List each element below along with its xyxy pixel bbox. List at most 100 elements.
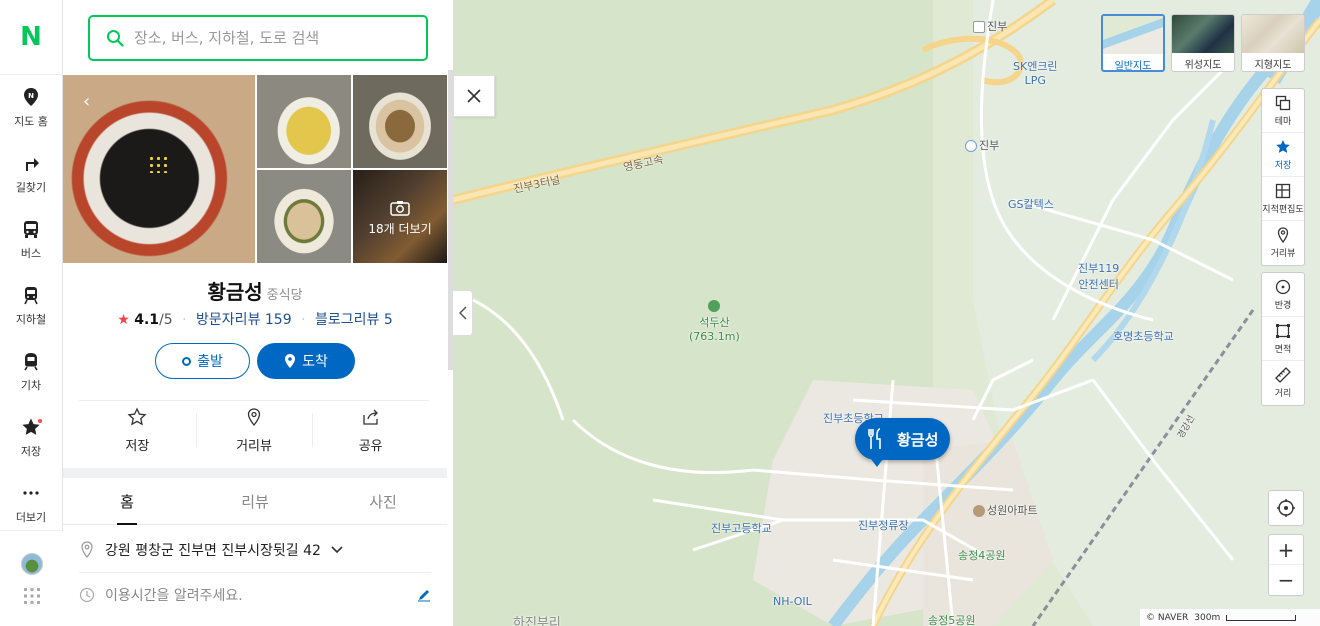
map-pin-icon: N	[24, 88, 38, 106]
map-label-gs-caltex: GS칼텍스	[1008, 198, 1054, 211]
nav-bottom	[0, 530, 63, 626]
tool-streetview[interactable]: 거리뷰	[1262, 221, 1304, 265]
start-button[interactable]: 출발	[155, 343, 250, 379]
map-label-tg-jinbu: 진부	[965, 137, 999, 153]
naver-logo[interactable]: N	[0, 0, 62, 75]
map-label-seokdusan: 석두산 (763.1m)	[689, 300, 740, 343]
rating-star-icon: ★	[117, 312, 130, 328]
scale-bar	[1226, 614, 1297, 621]
arrive-button[interactable]: 도착	[257, 343, 355, 379]
collapse-panel-button[interactable]	[453, 290, 473, 336]
photo-more-thumb[interactable]: 18개 더보기	[353, 170, 447, 263]
ruler-icon	[1275, 367, 1291, 383]
close-panel-button[interactable]	[453, 75, 495, 117]
map-copyright: © NAVER 300m	[1140, 609, 1320, 626]
nav-subway[interactable]: 지하철	[0, 273, 62, 339]
tool-radius[interactable]: 반경	[1262, 273, 1304, 317]
action-row: 저장 거리뷰 공유	[79, 400, 429, 460]
measure-tools: 반경 면적 거리	[1261, 272, 1305, 406]
blog-reviews-link[interactable]: 블로그리뷰 5	[315, 312, 393, 328]
maptype-terrain[interactable]: 지형지도	[1241, 14, 1305, 72]
photo-thumb[interactable]	[353, 75, 447, 168]
maptype-satellite[interactable]: 위성지도	[1171, 14, 1235, 72]
save-action[interactable]: 저장	[79, 401, 196, 460]
theme-icon	[1275, 95, 1291, 110]
apps-grid-icon[interactable]	[23, 587, 41, 605]
map-label-sk-lpg: SK엔크린 LPG	[1013, 60, 1058, 87]
zoom-control: + −	[1268, 534, 1304, 596]
chevron-down-icon[interactable]	[331, 545, 343, 554]
nav-saved[interactable]: 저장	[0, 405, 62, 471]
place-meta: ★ 4.1/5 · 방문자리뷰 159 · 블로그리뷰 5	[117, 312, 393, 328]
map-view[interactable]: 진부 SK엔크린 LPG 진부 GS칼텍스 진부119 안전센터 호명초등학교 …	[453, 0, 1320, 626]
maptype-normal[interactable]: 일반지도	[1101, 14, 1165, 72]
tool-theme[interactable]: 테마	[1262, 89, 1304, 133]
crosshair-icon	[1277, 499, 1295, 517]
zoom-out-button[interactable]: −	[1269, 565, 1303, 595]
hours-row[interactable]: 이용시간을 알려주세요.	[79, 572, 431, 618]
map-label-jinbu-high: 진부고등학교	[711, 522, 772, 535]
search-box[interactable]	[88, 15, 428, 61]
star-outline-icon	[127, 407, 147, 426]
photo-thumb[interactable]	[257, 170, 351, 263]
tab-home[interactable]: 홈	[63, 478, 191, 525]
close-icon	[467, 89, 481, 103]
share-action[interactable]: 공유	[312, 401, 429, 460]
chevron-left-icon	[458, 306, 467, 320]
photo-gallery[interactable]: ‹ 18개 더보기	[63, 75, 447, 263]
route-buttons: 출발 도착	[155, 343, 355, 379]
nav-map-home[interactable]: N 지도 홈	[0, 75, 62, 141]
tool-area[interactable]: 면적	[1262, 317, 1304, 361]
map-label-homyeong-school: 호명초등학교	[1113, 330, 1174, 343]
area-icon	[1276, 323, 1290, 338]
place-panel: ‹ 18개 더보기 황금성중식당 ★ 4.1/5 · 방문자리뷰 159 · 블…	[63, 0, 453, 626]
place-name: 황금성	[207, 280, 263, 304]
nav-train[interactable]: 기차	[0, 339, 62, 405]
nav-more[interactable]: 더보기	[0, 471, 62, 537]
rating-value: 4.1	[134, 312, 160, 328]
clock-icon	[79, 587, 95, 603]
directions-icon	[26, 158, 39, 171]
share-icon	[363, 409, 378, 425]
tab-reviews[interactable]: 리뷰	[191, 478, 319, 524]
chevron-left-icon[interactable]: ‹	[83, 91, 90, 112]
cadastral-icon	[1275, 183, 1291, 198]
map-pin-icon	[285, 354, 296, 368]
tool-cadastral[interactable]: 지적편집도	[1262, 177, 1304, 221]
search-input[interactable]	[134, 29, 414, 47]
map-label-songjeong5-park: 송정5공원	[928, 614, 976, 626]
star-icon	[1276, 139, 1290, 153]
notification-dot	[38, 419, 42, 423]
place-category: 중식당	[266, 288, 303, 303]
visitor-reviews-link[interactable]: 방문자리뷰 159	[196, 312, 292, 328]
my-location-button[interactable]	[1268, 490, 1304, 526]
scale-label: 300m	[1194, 612, 1221, 623]
avatar[interactable]	[20, 552, 43, 575]
bus-icon	[24, 221, 38, 238]
streetview-action[interactable]: 거리뷰	[195, 401, 313, 460]
photo-main[interactable]: ‹	[63, 75, 255, 263]
location-icon	[247, 408, 261, 427]
location-icon	[81, 540, 93, 558]
zoom-in-button[interactable]: +	[1269, 535, 1303, 565]
tool-saved[interactable]: 저장	[1262, 133, 1304, 177]
map-label-hajinbu: 하진부리	[513, 616, 561, 626]
nav-bus[interactable]: 버스	[0, 207, 62, 273]
place-marker[interactable]: 황금성	[855, 418, 951, 467]
address-text: 강원 평창군 진부면 진부시장뒷길 42	[105, 542, 321, 559]
map-label-ic-jinbu: 진부	[973, 18, 1007, 34]
camera-icon	[390, 201, 410, 216]
nav-directions[interactable]: 길찾기	[0, 141, 62, 207]
address-row[interactable]: 강원 평창군 진부면 진부시장뒷길 42	[79, 527, 431, 573]
tool-distance[interactable]: 거리	[1262, 361, 1304, 405]
photo-thumb[interactable]	[257, 75, 351, 168]
place-title: 황금성 중식당	[63, 276, 447, 305]
search-icon	[107, 30, 124, 47]
map-label-bus-terminal: 진부정류장	[858, 519, 909, 532]
left-nav: N N 지도 홈 길찾기 버스 지하철 기차 저장 더보기	[0, 0, 63, 626]
restaurant-icon	[861, 424, 891, 454]
tab-photos[interactable]: 사진	[319, 478, 447, 524]
radius-icon	[1275, 279, 1291, 294]
pencil-icon[interactable]	[417, 588, 431, 602]
more-icon	[23, 491, 39, 495]
